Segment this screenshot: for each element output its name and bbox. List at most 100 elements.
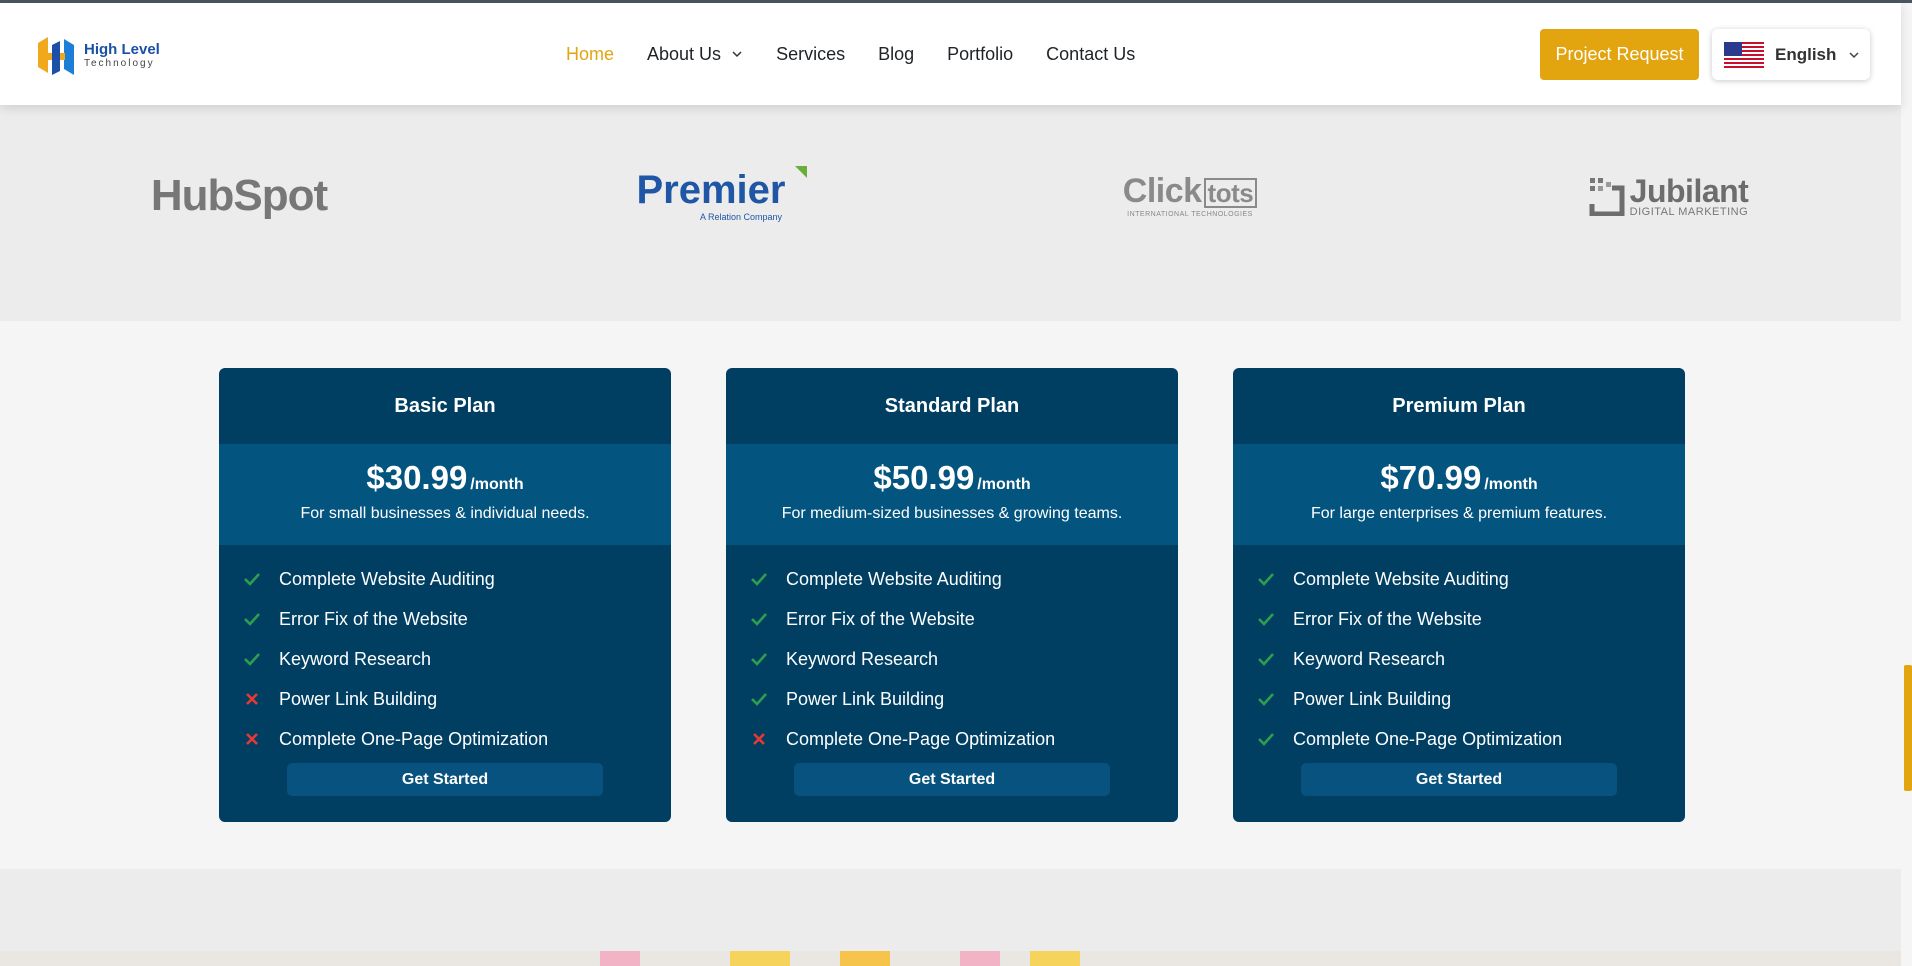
plan-title: Standard Plan (884, 394, 1020, 417)
next-section-band (0, 869, 1901, 951)
jubilant-pixel-icon (1589, 178, 1625, 216)
pricing-section: Basic Plan $30.99/month For small busine… (0, 321, 1901, 869)
feature-label: Power Link Building (786, 688, 945, 709)
feature-label: Complete Website Auditing (279, 568, 495, 589)
clicktots-logo-boxed-text: tots (1203, 178, 1258, 208)
nav-portfolio[interactable]: Portfolio (947, 44, 1013, 65)
scrollbar-thumb[interactable] (1904, 665, 1912, 791)
check-icon (751, 573, 767, 586)
photo-fragment (840, 951, 890, 966)
partner-logos: HubSpot Premier A Relation Company Click… (0, 105, 1901, 321)
logo-title: High Level (84, 41, 160, 59)
feature-label: Power Link Building (279, 688, 438, 709)
feature-item: Keyword Research (1257, 639, 1685, 679)
plan-description: For small businesses & individual needs. (300, 505, 590, 522)
nav-about-us-label: About Us (647, 43, 722, 64)
feature-item: Power Link Building (1257, 679, 1685, 719)
project-request-button[interactable]: Project Request (1540, 29, 1699, 80)
check-icon (751, 693, 767, 706)
feature-item: Error Fix of the Website (243, 599, 671, 639)
clicktots-logo: Click tots INTERNATIONAL TECHNOLOGIES (1108, 161, 1272, 231)
check-icon (751, 613, 767, 626)
price-band: $70.99/month For large enterprises & pre… (1233, 444, 1685, 545)
plan-description: For large enterprises & premium features… (1310, 505, 1608, 522)
feature-item: Keyword Research (750, 639, 1178, 679)
hubspot-logo: HubSpot (151, 161, 328, 231)
hero-photo-strip (0, 951, 1901, 966)
photo-fragment (960, 951, 1000, 966)
get-started-button[interactable]: Get Started (1301, 763, 1617, 796)
check-icon (244, 653, 260, 666)
pricing-card-basic: Basic Plan $30.99/month For small busine… (219, 368, 671, 822)
feature-item: Complete One-Page Optimization (243, 719, 671, 759)
nav-services[interactable]: Services (776, 44, 845, 65)
feature-list: Complete Website Auditing Error Fix of t… (726, 545, 1178, 759)
feature-item: Complete Website Auditing (243, 559, 671, 599)
get-started-button[interactable]: Get Started (287, 763, 603, 796)
feature-item: Keyword Research (243, 639, 671, 679)
feature-item: Power Link Building (750, 679, 1178, 719)
feature-label: Keyword Research (279, 648, 432, 669)
photo-fragment (730, 951, 790, 966)
us-flag-icon (1724, 41, 1764, 68)
feature-label: Error Fix of the Website (279, 608, 468, 629)
check-icon (244, 573, 260, 586)
pricing-card-premium: Premium Plan $70.99/month For large ente… (1233, 368, 1685, 822)
plan-price: $30.99 (366, 459, 468, 496)
nav-blog[interactable]: Blog (878, 44, 914, 65)
feature-item: Complete One-Page Optimization (1257, 719, 1685, 759)
high-level-logo-icon (38, 37, 74, 75)
plan-period: /month (470, 476, 524, 493)
pricing-card-standard: Standard Plan $50.99/month For medium-si… (726, 368, 1178, 822)
language-selector[interactable]: English (1712, 29, 1870, 80)
feature-label: Complete Website Auditing (786, 568, 1002, 589)
check-icon (1258, 653, 1274, 666)
feature-label: Error Fix of the Website (786, 608, 975, 629)
premier-logo: Premier A Relation Company (626, 161, 807, 231)
feature-label: Keyword Research (786, 648, 939, 669)
photo-fragment (600, 951, 640, 966)
check-icon (244, 613, 260, 626)
nav-contact-us[interactable]: Contact Us (1046, 44, 1135, 65)
check-icon (1258, 733, 1274, 746)
clicktots-tagline: INTERNATIONAL TECHNOLOGIES (1127, 211, 1253, 218)
feature-item: Power Link Building (243, 679, 671, 719)
feature-item: Complete One-Page Optimization (750, 719, 1178, 759)
logo-subtitle: Technology (84, 58, 155, 70)
clicktots-logo-text: Click (1122, 172, 1202, 210)
premier-tagline: A Relation Company (699, 212, 783, 222)
jubilant-tagline: DIGITAL MARKETING (1629, 205, 1749, 218)
scrollbar-track[interactable] (1901, 3, 1912, 966)
check-icon (751, 653, 767, 666)
plan-period: /month (977, 476, 1031, 493)
main-nav: Home About Us Services Blog Portfolio Co… (566, 3, 1168, 105)
feature-label: Power Link Building (1293, 688, 1452, 709)
feature-item: Complete Website Auditing (750, 559, 1178, 599)
feature-list: Complete Website Auditing Error Fix of t… (219, 545, 671, 759)
nav-home[interactable]: Home (566, 44, 614, 65)
check-icon (1258, 573, 1274, 586)
feature-label: Keyword Research (1293, 648, 1446, 669)
get-started-button[interactable]: Get Started (794, 763, 1110, 796)
chevron-down-icon (732, 51, 742, 58)
jubilant-logo-text: Jubilant (1629, 172, 1749, 209)
check-icon (1258, 693, 1274, 706)
plan-price: $50.99 (873, 459, 975, 496)
plan-title: Premium Plan (1392, 394, 1526, 417)
plan-title: Basic Plan (394, 394, 496, 417)
nav-about-us[interactable]: About Us (647, 44, 743, 65)
price-band: $50.99/month For medium-sized businesses… (726, 444, 1178, 545)
jubilant-logo: Jubilant DIGITAL MARKETING (1584, 161, 1752, 231)
hubspot-logo-text: HubSpot (150, 171, 328, 220)
plan-description: For medium-sized businesses & growing te… (781, 505, 1123, 522)
feature-item: Error Fix of the Website (750, 599, 1178, 639)
cross-icon (246, 733, 258, 745)
feature-list: Complete Website Auditing Error Fix of t… (1233, 545, 1685, 759)
site-header: High Level Technology Home About Us Serv… (0, 3, 1901, 105)
check-icon (1258, 613, 1274, 626)
premier-logo-text: Premier (636, 168, 786, 212)
price-band: $30.99/month For small businesses & indi… (219, 444, 671, 545)
feature-label: Complete One-Page Optimization (279, 728, 549, 749)
site-logo[interactable]: High Level Technology (34, 33, 160, 79)
feature-label: Error Fix of the Website (1293, 608, 1482, 629)
